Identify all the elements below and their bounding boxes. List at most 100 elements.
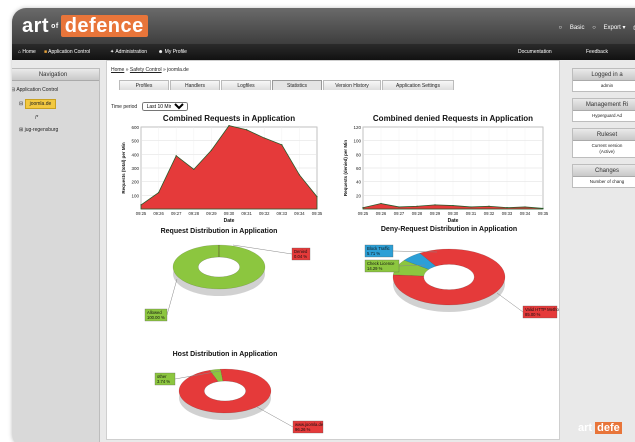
slice-leader-line	[166, 278, 178, 316]
data-point	[434, 204, 436, 206]
slice-percent: 85.00 %	[525, 312, 541, 317]
tab-statistics[interactable]: Statistics	[272, 80, 322, 90]
x-tick-label: 09:35	[312, 211, 323, 216]
data-point	[452, 204, 454, 207]
chart-title: Request Distribution in Application	[161, 228, 278, 235]
data-point	[398, 206, 400, 208]
breadcrumb-home[interactable]: Home	[111, 67, 124, 73]
tree-item-joomla[interactable]: ⊟ joomla.de	[12, 99, 95, 109]
y-tick-label: 200	[131, 180, 139, 185]
menu-home[interactable]: ⌂ Home	[18, 49, 36, 55]
data-point	[506, 207, 508, 209]
slice-percent: 0.04 %	[294, 254, 307, 259]
x-tick-label: 09:35	[538, 211, 549, 216]
data-point	[416, 205, 418, 207]
ruleset-panel: Ruleset Current version (Active)	[572, 128, 635, 158]
menu-feedback[interactable]: Feedback	[586, 49, 608, 55]
data-point	[140, 204, 142, 206]
y-tick-label: 120	[353, 125, 361, 130]
data-point	[542, 207, 544, 209]
wrench-icon: ✦	[110, 49, 115, 55]
slice-leader-line	[496, 292, 524, 313]
breadcrumb-current: joomla.de	[167, 67, 189, 73]
data-point	[246, 129, 248, 131]
slice-leader-line	[256, 406, 294, 428]
data-point	[193, 168, 195, 170]
x-tick-label: 09:26	[153, 211, 164, 216]
user-icon: ☻	[158, 49, 164, 55]
x-tick-label: 09:28	[412, 211, 423, 216]
data-point	[470, 206, 472, 208]
y-axis-label: Requests (total) per Min	[121, 142, 126, 194]
data-point	[524, 206, 526, 208]
menu-administration[interactable]: ✦ Administration	[110, 49, 147, 55]
tab-version-history[interactable]: Version History	[323, 80, 381, 90]
slice-percent: 100.00 %	[147, 315, 165, 320]
y-tick-label: 100	[131, 193, 139, 198]
info-panel: Logged in a admin Management Ri Hypergua…	[572, 68, 635, 442]
basic-toggle[interactable]: ○ Basic	[559, 25, 585, 31]
x-tick-label: 09:31	[241, 211, 252, 216]
menu-application-control[interactable]: ■ Application Control	[44, 49, 90, 55]
management-panel: Management Ri Hyperguard Ad	[572, 98, 635, 122]
data-point	[158, 192, 160, 194]
x-axis-label: Date	[224, 218, 235, 224]
x-tick-label: 09:28	[189, 211, 200, 216]
x-tick-label: 09:33	[502, 211, 513, 216]
x-tick-label: 09:27	[171, 211, 182, 216]
x-tick-label: 09:29	[430, 211, 441, 216]
y-tick-label: 300	[131, 166, 139, 171]
top-bar: artofdefence ○ Basic ○ Export ▾ ⎙	[12, 8, 635, 44]
slice-percent: 5.71 %	[367, 251, 380, 256]
x-tick-label: 09:30	[224, 211, 235, 216]
tab-application-settings[interactable]: Application Settings	[382, 80, 454, 90]
data-point	[263, 137, 265, 139]
logged-in-user: admin	[573, 81, 635, 91]
menu-profile[interactable]: ☻ My Profile	[158, 49, 187, 55]
x-tick-label: 09:33	[277, 211, 288, 216]
tab-logfiles[interactable]: Logfiles	[221, 80, 271, 90]
data-point	[380, 202, 382, 205]
tree-item-root-path[interactable]: /*	[12, 115, 95, 121]
data-point	[316, 196, 318, 198]
slice-percent: 3.74 %	[157, 379, 170, 384]
x-tick-label: 09:32	[484, 211, 495, 216]
changes-panel: Changes Number of chang	[572, 164, 635, 188]
slice-percent: 96.26 %	[295, 427, 311, 432]
y-tick-label: 20	[356, 193, 362, 198]
tab-bar: Profiles Handlers Logfiles Statistics Ve…	[119, 80, 455, 90]
folder-icon: ■	[44, 49, 48, 55]
donut-hole	[204, 380, 246, 402]
donut-hole	[198, 256, 240, 278]
donut-hole	[423, 264, 475, 290]
y-tick-label: 80	[356, 152, 362, 157]
tab-profiles[interactable]: Profiles	[119, 80, 169, 90]
tree-item-application-control[interactable]: ⊟ Application Control	[12, 87, 95, 93]
breadcrumb-safety-control[interactable]: Safety Control	[130, 67, 162, 73]
x-tick-label: 09:25	[358, 211, 369, 216]
data-point	[228, 125, 230, 127]
main-menu: ⌂ Home ■ Application Control ✦ Administr…	[12, 44, 635, 60]
logged-in-panel: Logged in a admin	[572, 68, 635, 92]
data-point	[362, 207, 364, 209]
slice-percent: 14.29 %	[367, 266, 383, 271]
breadcrumb: Home » Safety Control » joomla.de	[111, 67, 189, 73]
y-tick-label: 600	[131, 125, 139, 130]
navigation-panel: Navigation ⊟ Application Control ⊟ jooml…	[12, 68, 100, 442]
y-tick-label: 500	[131, 139, 139, 144]
x-tick-label: 09:26	[376, 211, 387, 216]
x-tick-label: 09:31	[466, 211, 477, 216]
export-menu[interactable]: ○ Export ▾	[592, 25, 625, 31]
data-point	[488, 205, 490, 207]
menu-documentation[interactable]: Documentation	[518, 49, 552, 55]
data-point	[210, 149, 212, 151]
navigation-tree: ⊟ Application Control ⊟ joomla.de /* ⊞ j…	[12, 81, 99, 145]
footer-logo: art defe	[578, 422, 622, 434]
data-point	[298, 174, 300, 176]
x-tick-label: 09:25	[136, 211, 147, 216]
data-point	[281, 144, 283, 146]
tab-handlers[interactable]: Handlers	[170, 80, 220, 90]
y-axis-label: Requests (denied) per Min	[343, 140, 348, 197]
tree-item-jug[interactable]: ⊞ jug-regensburg	[12, 127, 95, 133]
y-tick-label: 40	[356, 180, 362, 185]
